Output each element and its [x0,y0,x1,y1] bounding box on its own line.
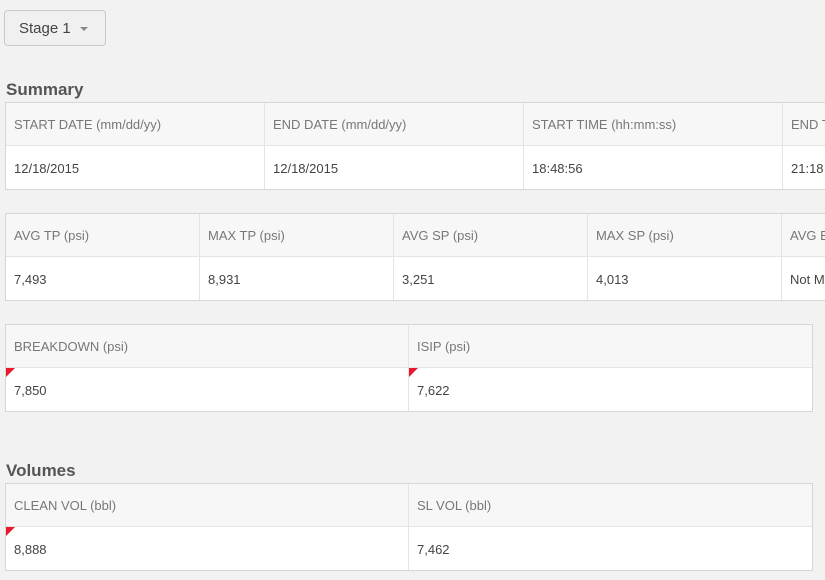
clean-vol-value: 8,888 [14,541,47,557]
breakdown-value-cell[interactable]: 7,850 [6,368,409,411]
isip-value: 7,622 [417,382,450,398]
max-tp-header: MAX TP (psi) [200,214,394,256]
sl-vol-value-cell[interactable]: 7,462 [409,527,812,570]
end-date-header: END DATE (mm/dd/yy) [265,103,524,145]
avg-b-value: Not M [790,271,825,287]
red-corner-flag-icon [6,527,15,536]
end-time-header: END T [791,116,825,132]
table-value-row: 7,493 8,931 3,251 4,013 Not M [6,257,825,300]
start-date-header: START DATE (mm/dd/yy) [6,103,265,145]
stage-dropdown-button[interactable]: Stage 1 [4,10,106,46]
sl-vol-header: SL VOL (bbl) [417,497,492,513]
stage-dropdown-label: Stage 1 [19,19,71,37]
max-sp-value: 4,013 [588,257,782,300]
volumes-section-title: Volumes [6,461,76,480]
sl-vol-value: 7,462 [417,541,450,557]
end-date-value: 12/18/2015 [265,146,524,189]
isip-header: ISIP (psi) [417,338,471,354]
start-date-value: 12/18/2015 [6,146,265,189]
avg-tp-header: AVG TP (psi) [6,214,200,256]
breakdown-header: BREAKDOWN (psi) [6,325,409,367]
table-value-row: 12/18/2015 12/18/2015 18:48:56 21:18 [6,146,825,189]
avg-sp-header: AVG SP (psi) [394,214,588,256]
caret-down-icon [79,27,88,31]
table-header-row: START DATE (mm/dd/yy) END DATE (mm/dd/yy… [6,103,825,146]
red-corner-flag-icon [6,368,15,377]
avg-sp-value: 3,251 [394,257,588,300]
clean-vol-header: CLEAN VOL (bbl) [6,484,409,526]
start-time-value: 18:48:56 [524,146,783,189]
avg-tp-value: 7,493 [6,257,200,300]
table-header-row: BREAKDOWN (psi) ISIP (psi) [6,325,812,368]
table-header-row: AVG TP (psi) MAX TP (psi) AVG SP (psi) M… [6,214,825,257]
start-time-header: START TIME (hh:mm:ss) [524,103,783,145]
max-tp-value: 8,931 [200,257,394,300]
isip-value-cell[interactable]: 7,622 [409,368,812,411]
red-corner-flag-icon [409,368,418,377]
clean-vol-value-cell[interactable]: 8,888 [6,527,409,570]
end-time-value: 21:18 [791,160,824,176]
summary-section-title: Summary [6,80,84,99]
summary-breakdown-table: BREAKDOWN (psi) ISIP (psi) 7,850 7,622 [5,324,813,412]
breakdown-value: 7,850 [14,382,47,398]
volumes-table: CLEAN VOL (bbl) SL VOL (bbl) 8,888 7,462 [5,483,813,571]
summary-dates-table: START DATE (mm/dd/yy) END DATE (mm/dd/yy… [5,102,825,190]
max-sp-header: MAX SP (psi) [588,214,782,256]
table-value-row: 8,888 7,462 [6,527,812,570]
table-value-row: 7,850 7,622 [6,368,812,411]
avg-b-header: AVG B [790,227,825,243]
table-header-row: CLEAN VOL (bbl) SL VOL (bbl) [6,484,812,527]
summary-pressures-table: AVG TP (psi) MAX TP (psi) AVG SP (psi) M… [5,213,825,301]
